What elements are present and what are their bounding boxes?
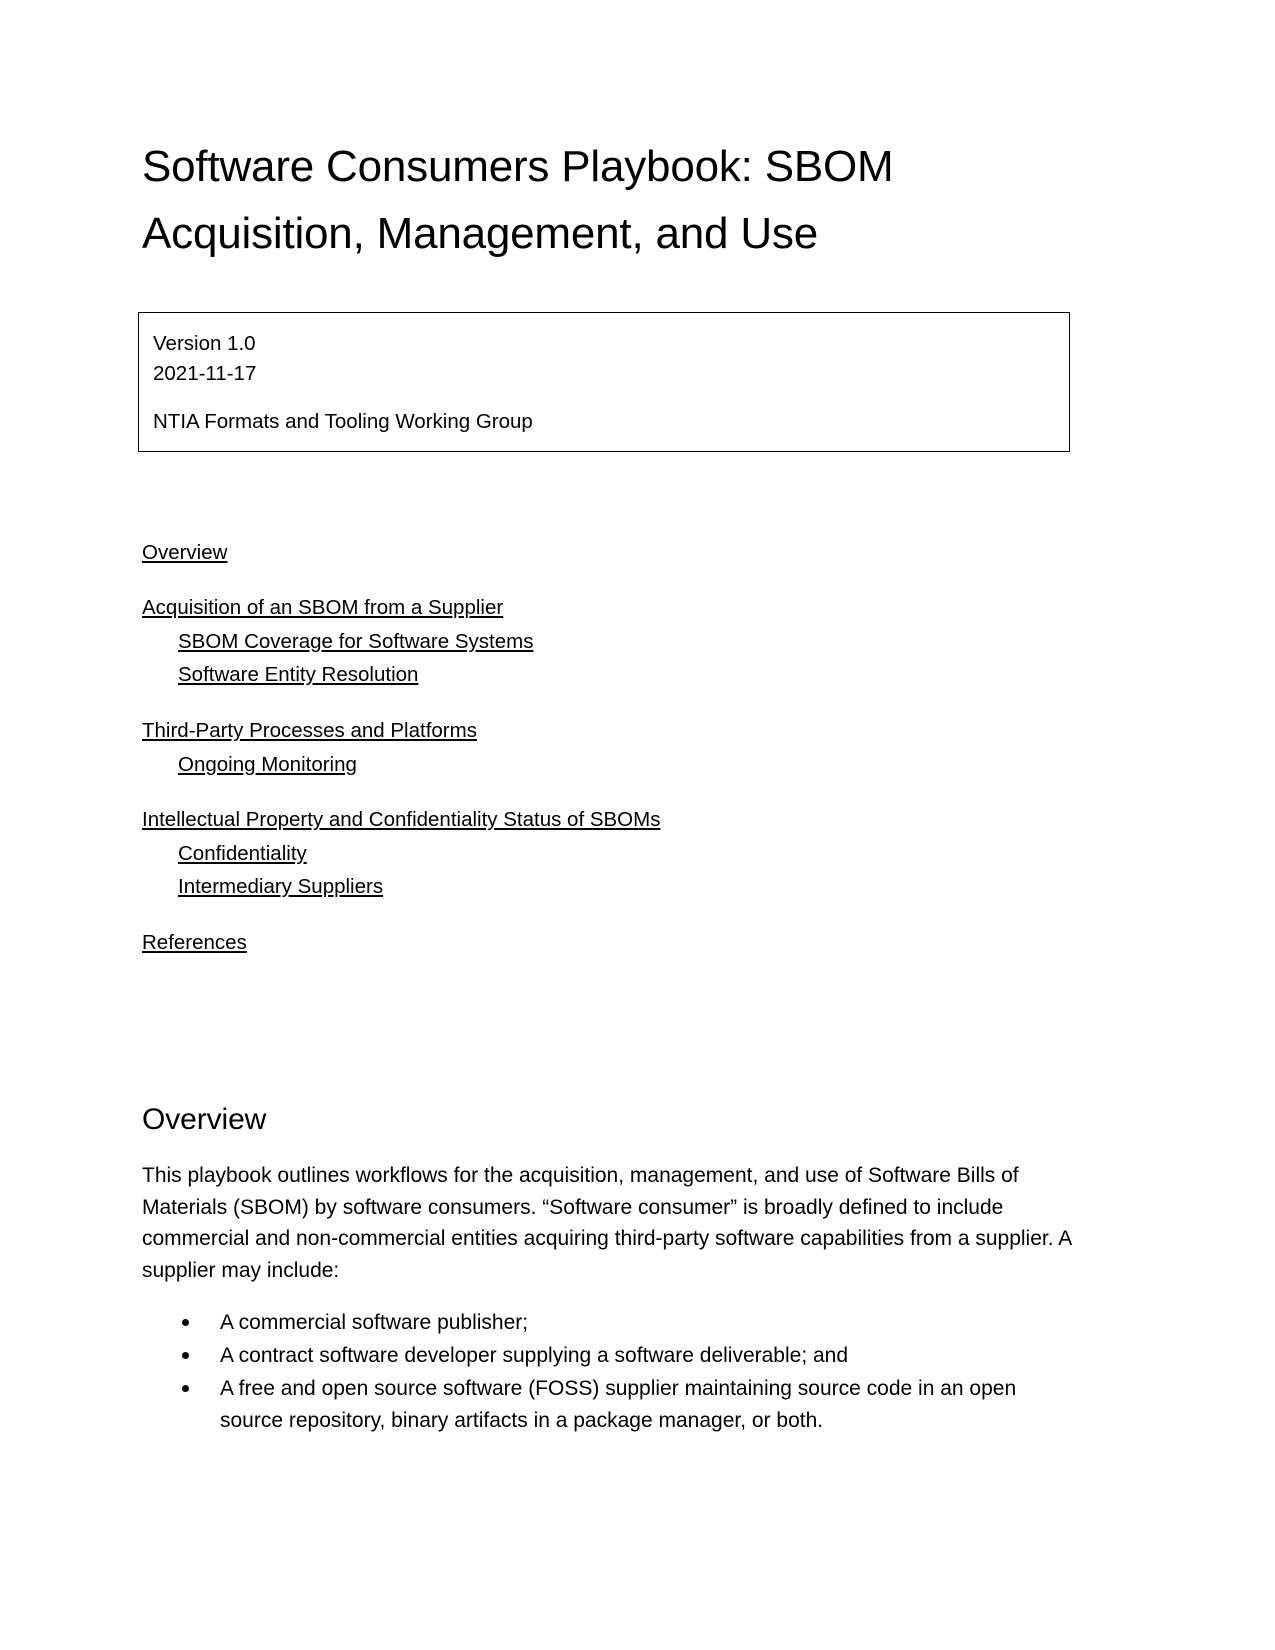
list-item: A contract software developer supplying …	[142, 1340, 1074, 1372]
toc-group: Third-Party Processes and Platforms Ongo…	[142, 714, 1074, 781]
document-page: Software Consumers Playbook: SBOM Acquis…	[0, 0, 1275, 1650]
list-item-text: A free and open source software (FOSS) s…	[220, 1377, 1017, 1432]
bullet-icon	[182, 1319, 189, 1327]
toc-link-intellectual-property-and-confidentiality-status-of-sboms[interactable]: Intellectual Property and Confidentialit…	[142, 803, 660, 837]
page-title: Software Consumers Playbook: SBOM Acquis…	[142, 142, 894, 258]
page-content: Software Consumers Playbook: SBOM Acquis…	[138, 0, 1074, 1438]
overview-paragraph: This playbook outlines workflows for the…	[142, 1163, 1072, 1283]
toc-link-ongoing-monitoring[interactable]: Ongoing Monitoring	[178, 748, 357, 782]
date-label: 2021-11-17	[153, 361, 257, 385]
organization-label: NTIA Formats and Tooling Working Group	[153, 409, 533, 433]
toc-group: Acquisition of an SBOM from a Supplier S…	[142, 591, 1074, 692]
version-label: Version 1.0	[153, 331, 256, 355]
toc-link-acquisition-of-an-sbom-from-a-supplier[interactable]: Acquisition of an SBOM from a Supplier	[142, 591, 503, 625]
toc-group: References	[142, 926, 1074, 960]
toc-link-third-party-processes-and-platforms[interactable]: Third-Party Processes and Platforms	[142, 714, 477, 748]
toc-group: Overview	[142, 536, 1074, 570]
toc-link-references[interactable]: References	[142, 926, 247, 960]
table-of-contents: Overview Acquisition of an SBOM from a S…	[142, 536, 1074, 960]
bullet-icon	[182, 1352, 189, 1360]
list-item: A free and open source software (FOSS) s…	[142, 1373, 1074, 1437]
toc-link-sbom-coverage-for-software-systems[interactable]: SBOM Coverage for Software Systems	[178, 625, 533, 659]
version-info-box: Version 1.0 2021-11-17 NTIA Formats and …	[138, 311, 1070, 452]
list-item-text: A commercial software publisher;	[220, 1311, 529, 1335]
toc-link-confidentiality[interactable]: Confidentiality	[178, 837, 307, 871]
supplier-types-list: A commercial software publisher; A contr…	[142, 1287, 1074, 1437]
toc-link-overview[interactable]: Overview	[142, 536, 227, 570]
list-item: A commercial software publisher;	[142, 1307, 1074, 1339]
meta-spacer	[153, 389, 1069, 407]
section-heading-overview: Overview	[142, 1102, 267, 1136]
toc-group: Intellectual Property and Confidentialit…	[142, 803, 1074, 904]
list-item-text: A contract software developer supplying …	[220, 1344, 849, 1368]
bullet-icon	[182, 1385, 189, 1393]
toc-link-intermediary-suppliers[interactable]: Intermediary Suppliers	[178, 870, 383, 904]
toc-link-software-entity-resolution[interactable]: Software Entity Resolution	[178, 658, 418, 692]
